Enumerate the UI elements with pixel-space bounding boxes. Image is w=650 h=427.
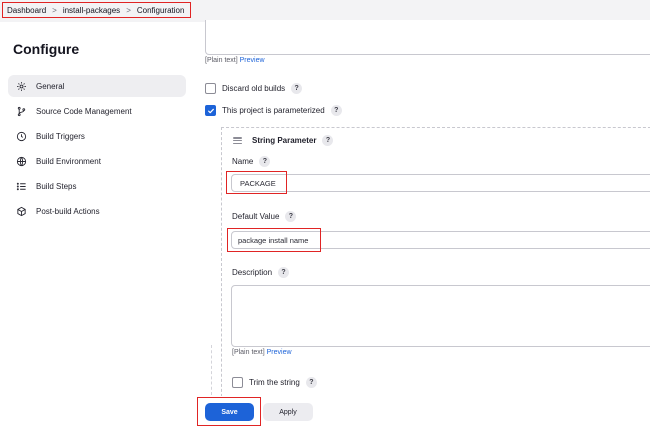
help-icon[interactable]: ? xyxy=(305,377,317,388)
name-highlight-box xyxy=(226,171,287,194)
breadcrumb-dashboard[interactable]: Dashboard xyxy=(7,6,46,15)
description-textarea[interactable] xyxy=(231,285,650,347)
branch-icon xyxy=(15,105,27,117)
parameterized-label: This project is parameterized xyxy=(222,106,325,115)
plain-text-note: [Plain text] Preview xyxy=(232,349,292,356)
help-icon[interactable]: ? xyxy=(291,83,303,94)
checkmark-icon xyxy=(207,108,214,113)
help-icon[interactable]: ? xyxy=(259,156,271,167)
string-parameter-title: String Parameter xyxy=(252,136,317,145)
sidebar-item-build-environment[interactable]: Build Environment xyxy=(8,150,186,172)
sidebar-item-label: General xyxy=(36,81,65,91)
string-parameter-header: String Parameter ? xyxy=(252,135,334,146)
sidebar-item-label: Source Code Management xyxy=(36,106,132,116)
apply-button[interactable]: Apply xyxy=(263,403,313,421)
preview-link[interactable]: Preview xyxy=(267,349,292,356)
breadcrumb-install-packages[interactable]: install-packages xyxy=(63,6,120,15)
parameterized-row: This project is parameterized ? xyxy=(205,105,342,116)
preview-link[interactable]: Preview xyxy=(240,57,265,64)
trim-string-checkbox[interactable] xyxy=(232,377,243,388)
sidebar-item-general[interactable]: General xyxy=(8,75,186,97)
page-title: Configure xyxy=(13,41,80,57)
sidebar-item-build-steps[interactable]: Build Steps xyxy=(8,175,186,197)
sidebar-item-label: Build Steps xyxy=(36,181,77,191)
default-value-label: Default Value xyxy=(232,212,280,221)
help-icon[interactable]: ? xyxy=(285,211,297,222)
plain-text-label: [Plain text] xyxy=(205,57,238,64)
plain-text-label: [Plain text] xyxy=(232,349,265,356)
description-field-label: Description ? xyxy=(232,267,290,278)
drag-handle-icon[interactable] xyxy=(233,137,242,144)
name-input[interactable]: PACKAGE xyxy=(231,174,650,192)
trim-string-label: Trim the string xyxy=(249,378,300,387)
sidebar-item-build-triggers[interactable]: Build Triggers xyxy=(8,125,186,147)
sidebar-item-label: Build Triggers xyxy=(36,131,85,141)
sidebar-item-label: Build Environment xyxy=(36,156,101,166)
breadcrumb-separator: > xyxy=(52,5,57,15)
discard-old-builds-checkbox[interactable] xyxy=(205,83,216,94)
plain-text-note: [Plain text] Preview xyxy=(205,57,265,64)
cube-icon xyxy=(15,205,27,217)
sidebar-item-source-code-management[interactable]: Source Code Management xyxy=(8,100,186,122)
sidebar-item-post-build-actions[interactable]: Post-build Actions xyxy=(8,200,186,222)
gear-icon xyxy=(15,80,27,92)
clock-icon xyxy=(15,130,27,142)
discard-old-builds-row: Discard old builds ? xyxy=(205,83,303,94)
trim-string-row: Trim the string ? xyxy=(232,377,317,388)
name-field-label: Name ? xyxy=(232,156,271,167)
help-icon[interactable]: ? xyxy=(330,105,342,116)
default-value-field-label: Default Value ? xyxy=(232,211,297,222)
breadcrumb-configuration[interactable]: Configuration xyxy=(137,6,185,15)
breadcrumb-separator: > xyxy=(126,5,131,15)
help-icon[interactable]: ? xyxy=(322,135,334,146)
discard-old-builds-label: Discard old builds xyxy=(222,84,286,93)
save-highlight-box xyxy=(197,397,261,426)
breadcrumb: Dashboard > install-packages > Configura… xyxy=(2,2,192,18)
help-icon[interactable]: ? xyxy=(278,267,290,278)
default-value-highlight-box xyxy=(227,228,321,252)
panel-guide-line xyxy=(211,345,212,395)
list-icon xyxy=(15,180,27,192)
description-label: Description xyxy=(232,268,273,277)
globe-icon xyxy=(15,155,27,167)
name-label: Name xyxy=(232,157,254,166)
project-description-textarea[interactable] xyxy=(205,20,650,55)
parameterized-checkbox[interactable] xyxy=(205,105,216,116)
sidebar-item-label: Post-build Actions xyxy=(36,206,100,216)
